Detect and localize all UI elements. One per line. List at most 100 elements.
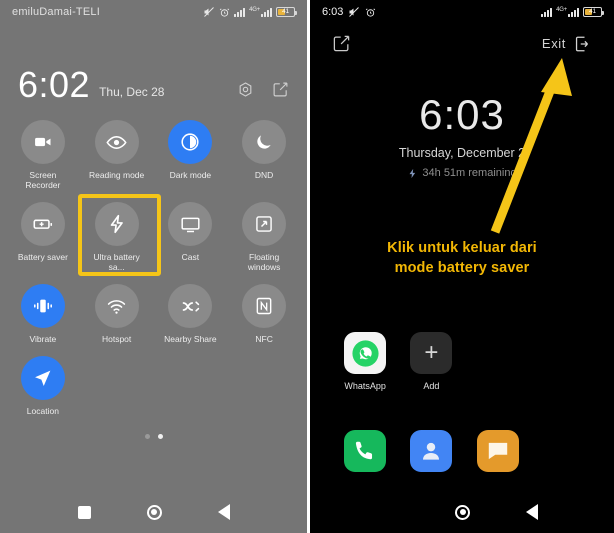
app-label: WhatsApp [344, 381, 386, 391]
alarm-icon [219, 7, 230, 18]
page-dot[interactable] [144, 434, 150, 439]
network-type-indicator: 4G+ [249, 7, 272, 17]
tile-icon-wrap [20, 356, 65, 400]
battery-remaining-label: 34h 51m remaining [422, 167, 517, 179]
app-label: Add [423, 381, 440, 391]
tile-label: Dark mode [169, 170, 212, 180]
home-app-grid: WhatsApp + Add [332, 332, 597, 391]
tile-screen-recorder[interactable]: Screen Recorder [6, 118, 80, 190]
quick-settings-header: 6:02 Thu, Dec 28 [18, 66, 289, 104]
battery-percent-label: 41 [282, 7, 289, 15]
lockscreen-clock-widget: 6:03 Thursday, December 2 34h 51m remain… [310, 92, 614, 180]
network-type-label: 4G+ [556, 7, 567, 13]
mute-icon [348, 6, 360, 18]
right-phone-home-screen: 6:03 4G+ 41 Exit 6:03 Thursday, December… [307, 0, 614, 533]
signal-bars-secondary-icon [261, 7, 272, 17]
battery-icon: 41 [276, 7, 297, 17]
circle-home-icon[interactable] [146, 504, 162, 520]
network-type-label: 4G+ [249, 7, 260, 13]
tile-cast[interactable]: Cast [154, 200, 228, 272]
gear-icon[interactable] [237, 81, 254, 98]
exit-arrow-icon [574, 35, 592, 53]
page-indicator [0, 434, 307, 439]
tile-icon-wrap [20, 284, 65, 328]
right-status-bar-left: 6:03 [322, 6, 376, 18]
left-status-bar: emiluDamai-TELI 4G+ 41 [0, 0, 307, 24]
tile-label: Floating windows [247, 252, 281, 272]
tile-reading-mode[interactable]: Reading mode [80, 118, 154, 190]
tile-icon-wrap [94, 284, 139, 328]
location-arrow-icon [32, 368, 53, 389]
circle-home-icon[interactable] [455, 504, 470, 520]
quick-settings-tiles-grid: Screen Recorder Reading mode Dark mode D… [6, 118, 301, 416]
tile-ultra-battery-saver[interactable]: Ultra battery sa... [80, 200, 154, 272]
battery-icon: 41 [583, 7, 604, 17]
dock-phone[interactable] [332, 430, 398, 479]
nearby-share-icon [180, 296, 201, 317]
tile-icon-wrap [20, 120, 65, 164]
tile-label: Vibrate [29, 334, 57, 344]
battery-saver-toolbar: Exit [310, 34, 614, 53]
tile-label: Screen Recorder [25, 170, 61, 190]
contacts-icon [410, 430, 453, 472]
lightning-bolt-icon [407, 168, 418, 179]
app-add[interactable]: + Add [398, 332, 464, 391]
moon-icon [254, 132, 274, 152]
tile-nfc[interactable]: NFC [227, 282, 301, 344]
battery-remaining-row: 34h 51m remaining [310, 167, 614, 179]
vibrate-icon [32, 295, 54, 317]
edit-icon[interactable] [332, 34, 351, 53]
tile-label: Hotspot [101, 334, 132, 344]
tile-nearby-share[interactable]: Nearby Share [154, 282, 228, 344]
alarm-icon [365, 7, 376, 18]
tile-label: Location [26, 406, 59, 416]
network-type-indicator: 4G+ [556, 7, 579, 17]
tile-dark-mode[interactable]: Dark mode [154, 118, 228, 190]
left-navigation-bar [0, 491, 307, 533]
left-phone-quick-settings-panel: emiluDamai-TELI 4G+ 41 6:02 Thu, Dec 28 … [0, 0, 307, 533]
signal-bars-secondary-icon [568, 7, 579, 17]
whatsapp-icon [344, 332, 387, 374]
annotation-text: Klik untuk keluar dari mode battery save… [310, 238, 614, 278]
battery-percent-label: 41 [589, 7, 596, 15]
tile-label: DND [254, 170, 274, 180]
tile-location[interactable]: Location [6, 354, 80, 416]
square-recents-icon[interactable] [77, 505, 91, 519]
tile-icon-wrap [242, 284, 287, 328]
tile-vibrate[interactable]: Vibrate [6, 282, 80, 344]
tile-hotspot[interactable]: Hotspot [80, 282, 154, 344]
app-slot-empty-2 [531, 332, 597, 391]
edit-icon[interactable] [272, 81, 289, 98]
tile-label: Battery saver [17, 252, 68, 262]
dock-messages[interactable] [465, 430, 531, 479]
page-dot-active[interactable] [157, 434, 163, 439]
battery-plus-icon [32, 213, 54, 235]
qs-clock: 6:02 [18, 64, 91, 105]
left-status-bar-left: emiluDamai-TELI [12, 6, 100, 18]
annotation-line-2: mode battery saver [394, 260, 530, 276]
triangle-back-icon[interactable] [526, 504, 538, 520]
annotation-line-1: Klik untuk keluar dari [387, 240, 537, 256]
app-slot-empty-1 [465, 332, 531, 391]
floating-window-icon [254, 214, 274, 234]
phone-icon [344, 430, 387, 472]
home-dock [332, 430, 597, 479]
tile-label: Reading mode [88, 170, 145, 180]
app-whatsapp[interactable]: WhatsApp [332, 332, 398, 391]
dual-screenshot-container: emiluDamai-TELI 4G+ 41 6:02 Thu, Dec 28 … [0, 0, 614, 533]
tile-floating-windows[interactable]: Floating windows [227, 200, 301, 272]
messages-icon [476, 430, 519, 472]
nfc-icon [254, 296, 274, 316]
tile-battery-saver[interactable]: Battery saver [6, 200, 80, 272]
tile-icon-wrap [168, 284, 213, 328]
tile-icon-wrap [242, 120, 287, 164]
exit-button[interactable]: Exit [542, 35, 592, 53]
home-date: Thursday, December 2 [398, 146, 526, 160]
lightning-bolt-icon [106, 213, 128, 235]
tile-icon-wrap [20, 202, 65, 246]
dock-contacts[interactable] [398, 430, 464, 479]
tile-dnd[interactable]: DND [227, 118, 301, 190]
tile-icon-wrap [168, 202, 213, 246]
signal-bars-icon [541, 7, 553, 17]
triangle-back-icon[interactable] [217, 504, 230, 520]
